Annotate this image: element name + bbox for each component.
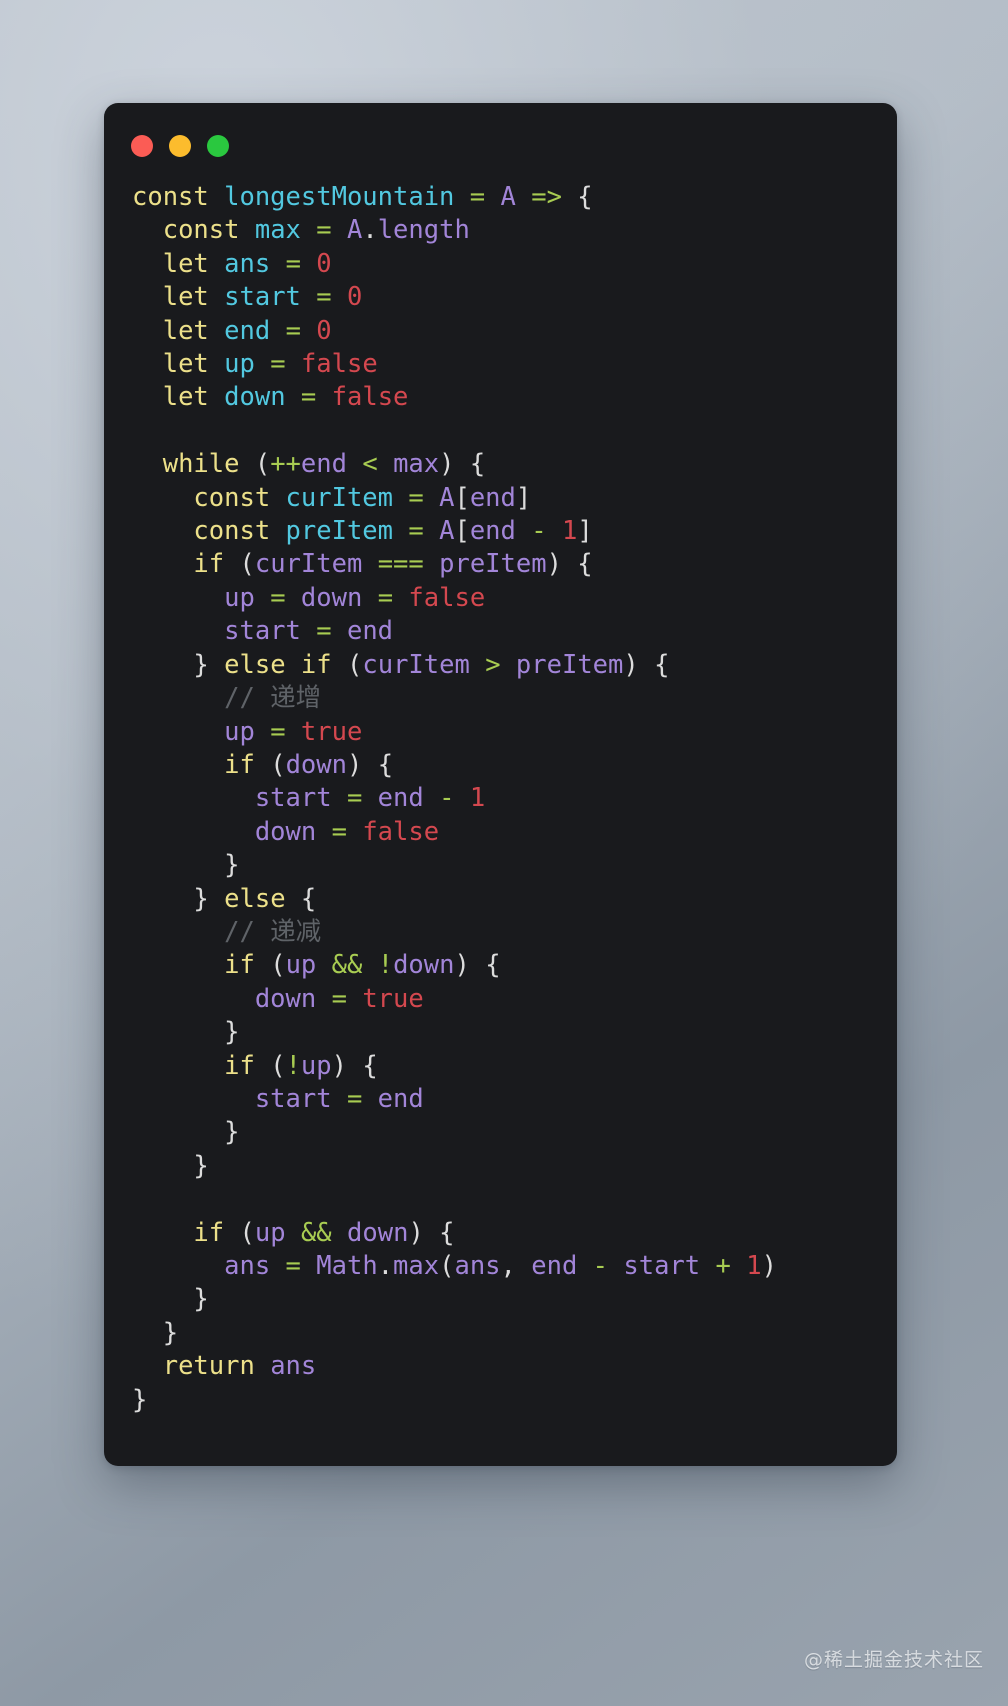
source-code[interactable]: const longestMountain = A => { const max…	[132, 181, 897, 1417]
code-editor-area[interactable]: const longestMountain = A => { const max…	[104, 181, 897, 1466]
maximize-button[interactable]	[207, 135, 229, 157]
traffic-light-buttons	[131, 135, 229, 157]
close-button[interactable]	[131, 135, 153, 157]
code-window: const longestMountain = A => { const max…	[104, 103, 897, 1466]
minimize-button[interactable]	[169, 135, 191, 157]
watermark-label: @稀土掘金技术社区	[803, 1649, 984, 1671]
page-root: const longestMountain = A => { const max…	[0, 0, 1008, 1706]
window-titlebar	[104, 103, 897, 181]
